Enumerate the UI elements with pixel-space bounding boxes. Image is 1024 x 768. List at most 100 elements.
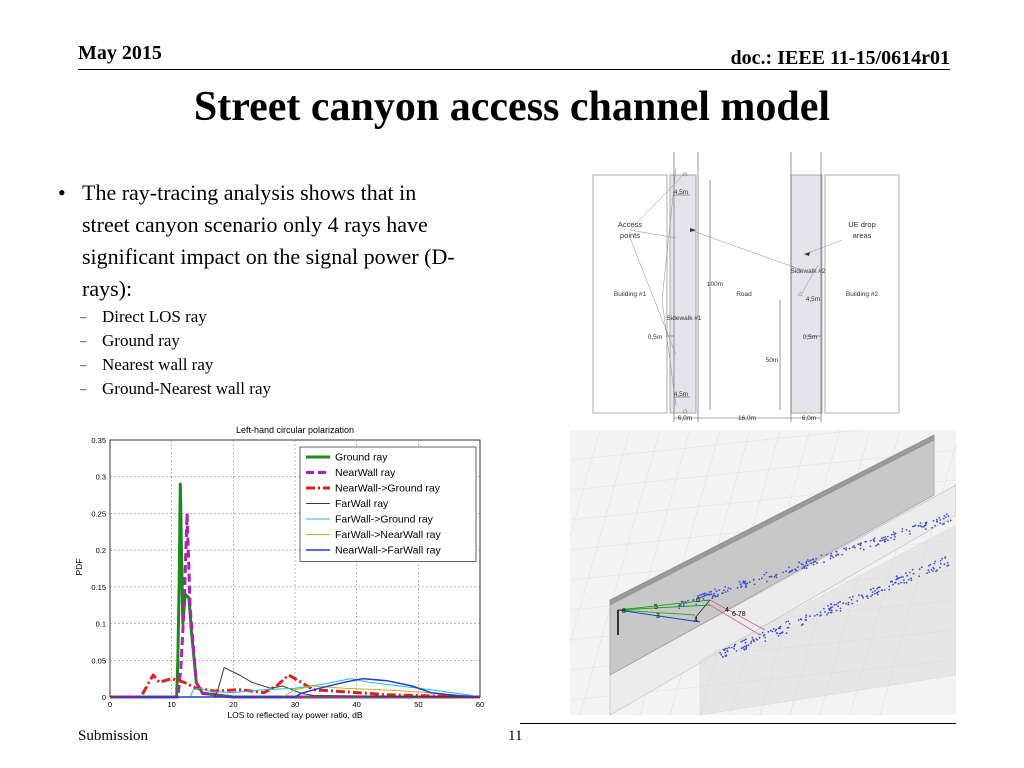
- ue-point: [745, 638, 747, 641]
- ue-point: [909, 571, 911, 574]
- ue-point: [708, 591, 711, 593]
- ue-point: [700, 596, 702, 599]
- ue-point: [901, 530, 904, 533]
- ue-point: [750, 642, 752, 644]
- ue-point: [810, 562, 813, 565]
- ue-point: [886, 535, 889, 538]
- ue-point: [935, 570, 937, 572]
- ue-point: [836, 553, 839, 555]
- footer-rule: [520, 723, 956, 724]
- label-points: points: [620, 231, 640, 240]
- ue-point: [865, 540, 867, 543]
- ue-point: [895, 575, 898, 578]
- ue-point: [934, 524, 936, 527]
- y-tick-label: 0.05: [91, 656, 106, 665]
- ue-point: [814, 560, 817, 563]
- ue-point: [712, 594, 715, 597]
- ue-point: [870, 595, 872, 598]
- ue-point: [741, 640, 744, 642]
- ue-point: [945, 513, 948, 516]
- ue-point: [687, 599, 689, 602]
- ue-point: [800, 624, 803, 627]
- ue-point: [939, 559, 942, 562]
- label-access: Access: [618, 220, 642, 229]
- ue-point: [693, 599, 695, 601]
- ue-point: [805, 567, 808, 570]
- ue-point: [842, 602, 845, 605]
- ue-point: [719, 652, 721, 654]
- ue-point: [845, 602, 847, 605]
- ue-point: [903, 582, 906, 584]
- ue-point: [932, 520, 935, 522]
- ue-point: [713, 592, 715, 595]
- ue-point: [922, 525, 925, 528]
- ue-point: [837, 605, 839, 608]
- ue-point: [785, 570, 787, 572]
- ue-point: [830, 603, 833, 606]
- ue-point: [873, 540, 876, 543]
- ue-point: [928, 571, 931, 573]
- ue-point: [777, 635, 780, 637]
- ue-point: [772, 627, 775, 630]
- ue-point: [733, 647, 735, 650]
- label-areas: areas: [853, 231, 872, 240]
- ue-point: [835, 550, 838, 553]
- ue-point: [816, 562, 818, 564]
- ue-point: [877, 590, 880, 593]
- x-tick-label: 60: [476, 700, 484, 709]
- ue-point: [891, 580, 894, 583]
- ue-point: [830, 611, 833, 614]
- ue-point: [845, 547, 847, 549]
- page-number: 11: [508, 728, 523, 744]
- ue-point: [939, 562, 942, 565]
- ue-point: [805, 562, 808, 565]
- ue-point: [761, 577, 763, 580]
- label-45m-right: 4,5m: [806, 296, 820, 303]
- ue-point: [878, 586, 881, 589]
- ue-point: [707, 593, 709, 596]
- ue-point: [897, 577, 899, 579]
- ue-point: [871, 591, 874, 593]
- ue-point: [805, 616, 807, 618]
- ue-point: [710, 590, 712, 593]
- ue-point: [774, 574, 777, 577]
- ue-point: [880, 537, 883, 540]
- scene-label-678: 6 78: [732, 611, 746, 618]
- ue-point: [704, 592, 706, 595]
- street-layout-svg: ☼ ☼ ☼ Access points UE drop areas Sidewa…: [592, 152, 900, 422]
- bullet-list: The ray-tracing analysis shows that in s…: [58, 177, 528, 401]
- ue-marker: ☼: [796, 289, 803, 298]
- ue-point: [740, 585, 743, 588]
- label-ue-drop: UE drop: [848, 220, 876, 229]
- ue-point: [888, 588, 891, 591]
- ue-point: [885, 538, 887, 540]
- ue-point: [902, 576, 904, 578]
- ue-point: [768, 576, 771, 578]
- ue-point: [906, 574, 909, 577]
- ue-point: [911, 568, 914, 571]
- ue-point: [850, 598, 853, 601]
- ue-point: [794, 568, 796, 571]
- ue-point: [747, 644, 750, 647]
- ue-point: [698, 594, 701, 597]
- ue-point: [788, 571, 791, 574]
- ue-point: [909, 533, 911, 535]
- street-canyon-3d-scene: 8 5 3 6 6 78 4 4: [489, 389, 961, 716]
- ue-point: [900, 576, 902, 578]
- ue-point: [828, 607, 830, 610]
- ue-point: [872, 587, 875, 590]
- ue-point: [881, 589, 883, 592]
- footer-submission: Submission: [78, 728, 149, 744]
- scene-label-4a: 4: [694, 617, 698, 624]
- ue-point: [730, 646, 733, 649]
- ue-point: [876, 587, 878, 590]
- ue-point: [812, 558, 815, 561]
- ue-point: [890, 533, 893, 536]
- ue-point: [763, 633, 766, 636]
- legend-label: NearWall->FarWall ray: [335, 545, 441, 557]
- ue-point: [740, 647, 743, 650]
- ue-point: [766, 580, 768, 583]
- ue-point: [939, 522, 941, 524]
- ue-point: [873, 537, 876, 540]
- ue-point: [715, 590, 718, 592]
